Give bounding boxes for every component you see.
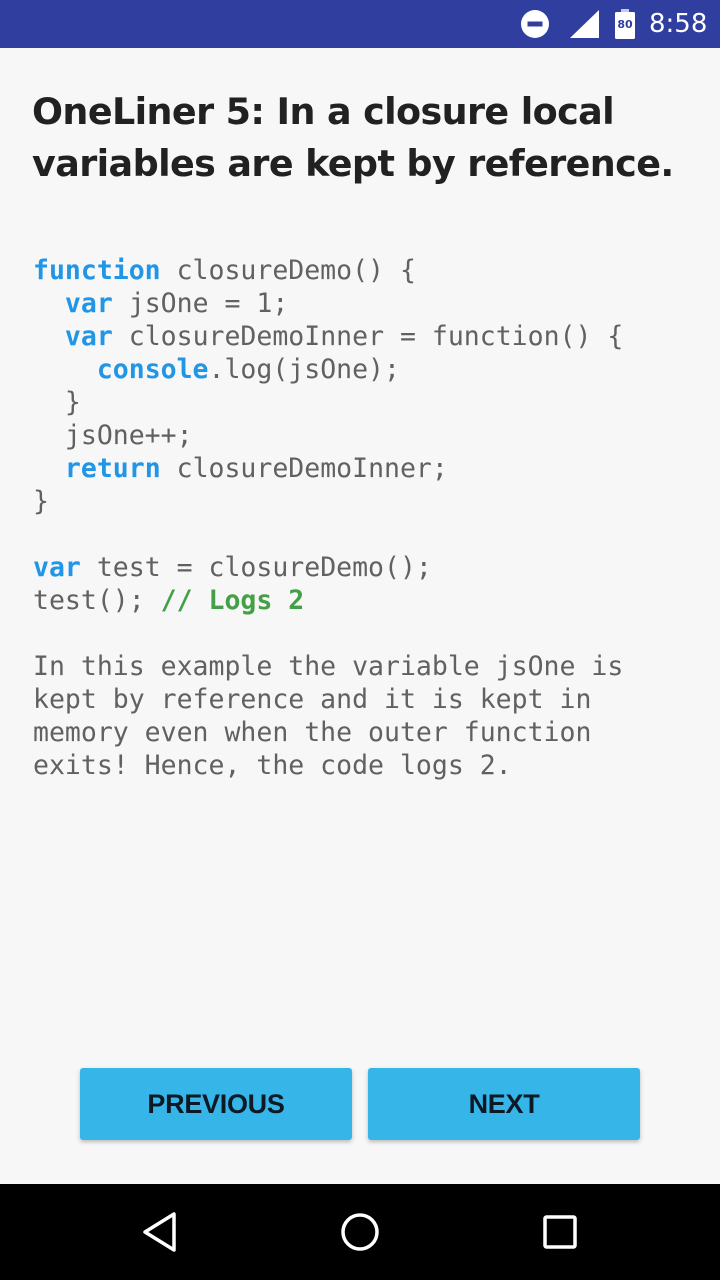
code-keyword: var (64, 321, 113, 352)
code-token: } (33, 486, 49, 517)
home-button[interactable] (312, 1184, 408, 1280)
code-token: closureDemoInner = function() { (112, 321, 624, 352)
code-token: jsOne = 1; (112, 288, 289, 319)
explanation-text: In this example the variable jsOne is kep… (33, 650, 703, 782)
code-token: .log(jsOne); (208, 354, 400, 385)
code-line: } (33, 386, 703, 419)
recent-apps-button[interactable] (512, 1184, 608, 1280)
code-line: test(); // Logs 2 (33, 584, 703, 617)
code-line: var test = closureDemo(); (33, 551, 703, 584)
status-bar: 80 8:58 (0, 0, 720, 48)
code-token: test(); (33, 585, 161, 616)
code-keyword: return (64, 453, 161, 484)
explanation-line: memory even when the outer function (33, 717, 592, 748)
code-token: closureDemo() { (160, 255, 416, 286)
explanation-line: kept by reference and it is kept in (33, 684, 592, 715)
code-line: return closureDemoInner; (33, 452, 703, 485)
code-line: } (33, 485, 703, 518)
clock: 8:58 (649, 9, 708, 39)
code-keyword: var (33, 552, 81, 583)
code-line: jsOne++; (33, 419, 703, 452)
code-line: console.log(jsOne); (33, 353, 703, 386)
explanation-line: In this example the variable jsOne is (33, 651, 624, 682)
recent-apps-icon (543, 1215, 577, 1249)
previous-button[interactable]: PREVIOUS (80, 1068, 352, 1140)
code-block: function closureDemo() { var jsOne = 1; … (33, 254, 703, 617)
battery-icon: 80 (614, 0, 636, 48)
navigation-bar (0, 1184, 720, 1280)
back-icon (143, 1212, 176, 1252)
code-token: jsOne++; (33, 420, 193, 451)
code-keyword: console (96, 354, 209, 385)
code-line: function closureDemo() { (33, 254, 703, 287)
back-button[interactable] (112, 1184, 208, 1280)
code-token: } (33, 387, 81, 418)
code-token: test = closureDemo(); (80, 552, 432, 583)
home-icon (341, 1213, 379, 1251)
code-line: var jsOne = 1; (33, 287, 703, 320)
battery-level: 80 (617, 18, 633, 31)
cell-signal-icon (568, 0, 600, 48)
do-not-disturb-icon (520, 0, 550, 48)
next-button[interactable]: NEXT (368, 1068, 640, 1140)
code-keyword: function (33, 255, 161, 286)
code-keyword: var (64, 288, 113, 319)
code-comment: // Logs 2 (160, 585, 305, 616)
code-line: var closureDemoInner = function() { (33, 320, 703, 353)
page-title: OneLiner 5: In a closure local variables… (32, 90, 674, 185)
explanation-line: exits! Hence, the code logs 2. (33, 750, 512, 781)
code-token: closureDemoInner; (160, 453, 448, 484)
